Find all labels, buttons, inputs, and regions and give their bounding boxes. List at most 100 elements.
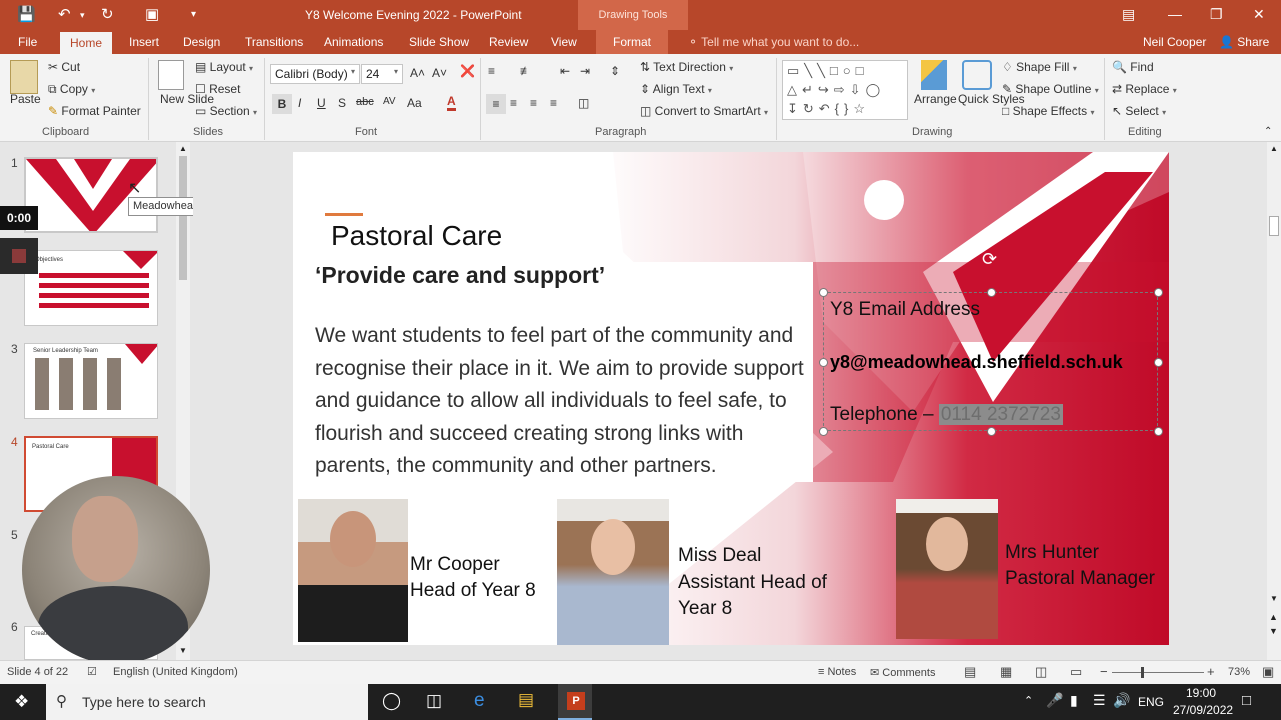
italic-icon[interactable]: I — [298, 96, 301, 110]
fit-to-window-icon[interactable]: ▣ — [1262, 664, 1274, 680]
reading-view-icon[interactable]: ◫ — [1035, 664, 1047, 680]
columns-icon[interactable]: ◫ — [578, 96, 589, 110]
section-button[interactable]: ▭ Section ▾ — [195, 104, 257, 118]
underline-icon[interactable]: U — [317, 96, 326, 110]
minimize-button[interactable]: — — [1168, 6, 1182, 22]
zoom-level[interactable]: 73% — [1228, 666, 1250, 678]
grow-font-icon[interactable]: A˄ — [410, 66, 425, 80]
share-button[interactable]: 👤 Share — [1219, 35, 1269, 49]
email-address[interactable]: y8@meadowhead.sheffield.sch.uk — [830, 352, 1123, 373]
collapse-ribbon-icon[interactable]: ⌃ — [1264, 126, 1272, 137]
bullets-icon[interactable]: ≡ — [488, 64, 495, 78]
show-hidden-icons[interactable]: ⌃ — [1024, 694, 1033, 707]
resize-handle[interactable] — [819, 288, 828, 297]
convert-smartart-button[interactable]: ◫ Convert to SmartArt ▾ — [640, 104, 768, 118]
tab-insert[interactable]: Insert — [129, 35, 159, 49]
slideshow-view-icon[interactable]: ▭ — [1070, 664, 1082, 680]
numbering-icon[interactable]: ≢ — [520, 64, 532, 78]
clear-formatting-icon[interactable]: ❌ — [460, 64, 475, 78]
cortana-icon[interactable]: ◯ — [382, 691, 401, 711]
select-button[interactable]: ↖ Select ▾ — [1112, 104, 1166, 118]
format-painter-button[interactable]: ✎ Format Painter — [48, 104, 141, 118]
slide-heading[interactable]: Pastoral Care — [331, 220, 502, 252]
cut-button[interactable]: ✂ Cut — [48, 60, 80, 74]
text-direction-button[interactable]: ⇅ Text Direction ▾ — [640, 60, 733, 74]
resize-handle[interactable] — [1154, 358, 1163, 367]
align-center-icon[interactable]: ≡ — [510, 96, 517, 110]
volume-icon[interactable]: 🔊 — [1113, 692, 1130, 709]
close-button[interactable]: ✕ — [1253, 6, 1265, 23]
undo-dropdown-icon[interactable]: ▾ — [80, 10, 85, 21]
clock-date[interactable]: 27/09/2022 — [1173, 703, 1233, 717]
bold-icon[interactable]: B — [272, 94, 292, 114]
resize-handle[interactable] — [987, 288, 996, 297]
tab-home[interactable]: Home — [60, 32, 112, 54]
scroll-up-icon[interactable]: ▲ — [179, 144, 187, 153]
shape-outline-button[interactable]: ✎ Shape Outline ▾ — [1002, 82, 1099, 96]
editor-scrollbar[interactable]: ▲ ▼ ▲ ▼ — [1267, 142, 1281, 660]
notes-button[interactable]: ≡ Notes — [818, 666, 856, 678]
paste-button[interactable]: Paste — [10, 92, 41, 106]
shrink-font-icon[interactable]: A˅ — [432, 66, 447, 80]
strikethrough-icon[interactable]: abc — [356, 96, 374, 108]
replace-button[interactable]: ⇄ Replace ▾ — [1112, 82, 1177, 96]
layout-button[interactable]: ▤ Layout ▾ — [195, 60, 253, 74]
start-from-beginning-icon[interactable]: ▣ — [145, 5, 159, 23]
increase-indent-icon[interactable]: ⇥ — [580, 64, 590, 78]
tab-transitions[interactable]: Transitions — [245, 35, 303, 49]
telephone-number[interactable]: 0114 2372723 — [938, 404, 1063, 425]
slide-subheading[interactable]: ‘Provide care and support’ — [315, 262, 605, 289]
justify-icon[interactable]: ≡ — [550, 96, 557, 110]
save-icon[interactable]: 💾 — [17, 5, 36, 23]
tell-me-search[interactable]: ⚬ Tell me what you want to do... — [688, 35, 859, 49]
wifi-icon[interactable]: ☰ — [1093, 692, 1106, 709]
copy-button[interactable]: ⧉ Copy ▾ — [48, 82, 95, 97]
resize-handle[interactable] — [1154, 427, 1163, 436]
powerpoint-taskbar-button[interactable]: P — [558, 684, 592, 720]
customize-toolbar-icon[interactable]: ▾ — [191, 9, 196, 20]
align-right-icon[interactable]: ≡ — [530, 96, 537, 110]
file-explorer-icon[interactable]: ▤ — [518, 690, 534, 710]
windows-start-icon[interactable]: ❖ — [14, 692, 29, 712]
reset-button[interactable]: ☐ Reset — [195, 82, 240, 96]
shape-fill-button[interactable]: ♢ Shape Fill ▾ — [1002, 60, 1077, 74]
font-name-select[interactable]: Calibri (Body) ▾ — [270, 64, 360, 84]
tab-view[interactable]: View — [551, 35, 577, 49]
align-left-icon[interactable]: ≡ — [486, 94, 506, 114]
next-slide-icon[interactable]: ▼ — [1269, 626, 1278, 636]
ribbon-display-options-icon[interactable]: ▤ — [1122, 6, 1135, 23]
scroll-thumb[interactable] — [179, 156, 187, 280]
change-case-icon[interactable]: Aa — [407, 96, 422, 110]
scroll-down-icon[interactable]: ▼ — [1270, 594, 1278, 603]
microphone-icon[interactable]: 🎤 — [1046, 692, 1063, 709]
align-text-button[interactable]: ⇕ Align Text ▾ — [640, 82, 712, 96]
zoom-slider-thumb[interactable] — [1141, 667, 1144, 678]
comments-button[interactable]: ✉ Comments — [870, 666, 935, 679]
slide-sorter-icon[interactable]: ▦ — [1000, 664, 1012, 680]
contact-textbox[interactable]: Y8 Email Address y8@meadowhead.sheffield… — [819, 249, 1163, 436]
normal-view-icon[interactable]: ▤ — [964, 664, 976, 680]
resize-handle[interactable] — [987, 427, 996, 436]
tab-design[interactable]: Design — [183, 35, 220, 49]
shadow-icon[interactable]: S — [338, 96, 346, 110]
arrange-button[interactable]: Arrange — [914, 92, 957, 106]
notifications-icon[interactable]: □ — [1242, 692, 1251, 709]
slide-thumbnail-2[interactable]: Objectives — [24, 250, 158, 326]
scroll-up-icon[interactable]: ▲ — [1270, 144, 1278, 153]
quick-styles-button[interactable]: Quick Styles — [958, 92, 1025, 106]
undo-icon[interactable]: ↶ — [58, 5, 71, 23]
slide-canvas[interactable]: Pastoral Care ‘Provide care and support’… — [293, 152, 1169, 645]
resize-handle[interactable] — [819, 358, 828, 367]
resize-handle[interactable] — [1154, 288, 1163, 297]
find-button[interactable]: 🔍 Find — [1112, 60, 1154, 74]
line-spacing-icon[interactable]: ⇕ — [610, 64, 620, 78]
redo-icon[interactable]: ↻ — [101, 5, 114, 23]
clock-time[interactable]: 19:00 — [1186, 686, 1216, 700]
restore-button[interactable]: ❐ — [1210, 6, 1223, 23]
tab-animations[interactable]: Animations — [324, 35, 383, 49]
previous-slide-icon[interactable]: ▲ — [1269, 612, 1278, 622]
shapes-gallery[interactable]: ▭╲╲□○□ △↵↪⇨⇩◯ ↧↻↶{}☆ — [782, 60, 908, 120]
user-name[interactable]: Neil Cooper — [1143, 35, 1206, 49]
spellcheck-icon[interactable]: ☑ — [87, 665, 97, 678]
tab-slide-show[interactable]: Slide Show — [409, 35, 469, 49]
